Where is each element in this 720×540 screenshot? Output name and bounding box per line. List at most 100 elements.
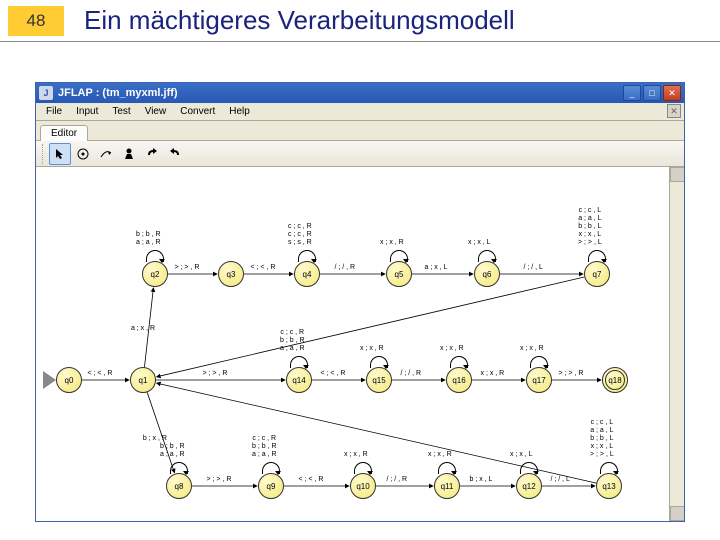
edge-label-q4-q5: / ; / , R [335,264,356,272]
menu-test[interactable]: Test [106,105,136,118]
self-loop-q4 [298,250,316,262]
self-loop-label-q14: c ; c , R b ; b , R a ; a , R [280,329,305,353]
state-q11[interactable]: q11 [434,473,460,499]
tab-editor[interactable]: Editor [40,125,88,141]
self-loop-q8 [170,462,188,474]
inner-close-button[interactable]: ✕ [667,104,681,118]
edge-label-q2-q3: > ; > , R [175,264,200,272]
self-loop-q15 [370,356,388,368]
self-loop-label-q2: b ; b , R a ; a , R [136,231,161,247]
self-loop-label-q12: x ; x , L [510,451,533,459]
edge-label-q9-q10: < ; < , R [299,476,324,484]
state-q1[interactable]: q1 [130,367,156,393]
self-loop-label-q4: c ; c , R c ; c , R s ; s , R [288,223,312,247]
titlebar-text: JFLAP : (tm_myxml.jff) [58,87,623,99]
self-loop-label-q11: x ; x , R [428,451,452,459]
self-loop-q6 [478,250,496,262]
edge-label-q5-q6: a ; x , L [425,264,448,272]
edge-label-q17-q18: > ; > , R [559,370,584,378]
state-q3[interactable]: q3 [218,261,244,287]
state-q12[interactable]: q12 [516,473,542,499]
tool-redo[interactable] [164,143,186,165]
self-loop-q17 [530,356,548,368]
state-q2[interactable]: q2 [142,261,168,287]
tool-pointer[interactable] [49,143,71,165]
slide-header: 48 Ein mächtigeres Verarbeitungsmodell [0,0,720,42]
edge-label-q8-q9: > ; > , R [207,476,232,484]
self-loop-q11 [438,462,456,474]
self-loop-q16 [450,356,468,368]
self-loop-label-q6: x ; x , L [468,239,491,247]
edge-label-q12-q13: / ; / , L [551,476,570,484]
state-q8[interactable]: q8 [166,473,192,499]
edge-label-q10-q11: / ; / , R [387,476,408,484]
canvas-area: q2 q3 q4 q5 q6 q7 q0 q1 q14 q15 q16 q17 q18 q8 q9 q10 q1… [36,167,684,521]
state-q14[interactable]: q14 [286,367,312,393]
edge-label-q16-q17: x ; x , R [481,370,505,378]
titlebar[interactable]: J JFLAP : (tm_myxml.jff) _ □ ✕ [36,83,684,103]
tool-edge[interactable] [95,143,117,165]
automaton-canvas[interactable]: q2 q3 q4 q5 q6 q7 q0 q1 q14 q15 q16 q17 q18 q8 q9 q10 q1… [36,167,669,521]
state-q13[interactable]: q13 [596,473,622,499]
self-loop-q7 [588,250,606,262]
self-loop-label-q13: c ; c , L a ; a , L b ; b , L x ; x , L … [590,419,614,459]
edge-label-q14-q15: < ; < , R [321,370,346,378]
self-loop-q2 [146,250,164,262]
edge-label-q15-q16: / ; / , R [401,370,422,378]
tool-delete[interactable] [118,143,140,165]
state-q18[interactable]: q18 [602,367,628,393]
edges-layer [36,167,669,521]
state-q15[interactable]: q15 [366,367,392,393]
edge-label-q3-q4: < ; < , R [251,264,276,272]
edge-label-q1-q8: b ; x , R [143,435,167,443]
toolbar [36,141,684,167]
menu-file[interactable]: File [40,105,68,118]
edge-label-q6-q7: / ; / , L [524,264,543,272]
state-q17[interactable]: q17 [526,367,552,393]
tabbar: Editor [36,121,684,141]
self-loop-label-q15: x ; x , R [360,345,384,353]
tool-undo[interactable] [141,143,163,165]
slide-title: Ein mächtigeres Verarbeitungsmodell [84,5,515,36]
menubar: File Input Test View Convert Help ✕ [36,103,684,121]
state-q5[interactable]: q5 [386,261,412,287]
edge-label-q0-q1: < ; < , R [88,370,113,378]
tool-state[interactable] [72,143,94,165]
menu-help[interactable]: Help [223,105,256,118]
self-loop-q10 [354,462,372,474]
self-loop-label-q16: x ; x , R [440,345,464,353]
state-q0[interactable]: q0 [56,367,82,393]
close-button[interactable]: ✕ [663,85,681,101]
self-loop-q12 [520,462,538,474]
page-number: 48 [8,6,64,36]
minimize-button[interactable]: _ [623,85,641,101]
self-loop-q14 [290,356,308,368]
self-loop-q9 [262,462,280,474]
menu-view[interactable]: View [139,105,173,118]
edge-label-q11-q12: b ; x , L [470,476,493,484]
self-loop-label-q7: c ; c , L a ; a , L b ; b , L x ; x , L … [578,207,602,247]
edge-label-q1-q14: > ; > , R [203,370,228,378]
maximize-button[interactable]: □ [643,85,661,101]
state-q4[interactable]: q4 [294,261,320,287]
state-q10[interactable]: q10 [350,473,376,499]
self-loop-label-q10: x ; x , R [344,451,368,459]
state-q16[interactable]: q16 [446,367,472,393]
state-q9[interactable]: q9 [258,473,284,499]
state-q7[interactable]: q7 [584,261,610,287]
toolbar-grip [42,144,46,164]
self-loop-label-q5: x ; x , R [380,239,404,247]
self-loop-label-q9: c ; c , R b ; b , R a ; a , R [252,435,277,459]
edge-label-q1-q2: a ; x , R [131,325,155,333]
app-window: J JFLAP : (tm_myxml.jff) _ □ ✕ File Inpu… [35,82,685,522]
start-marker [43,371,56,389]
self-loop-q13 [600,462,618,474]
app-icon: J [39,86,53,100]
vertical-scrollbar[interactable] [669,167,684,521]
menu-convert[interactable]: Convert [174,105,221,118]
self-loop-label-q8: b ; b , R a ; a , R [160,443,185,459]
menu-input[interactable]: Input [70,105,104,118]
self-loop-q5 [390,250,408,262]
self-loop-label-q17: x ; x , R [520,345,544,353]
state-q6[interactable]: q6 [474,261,500,287]
